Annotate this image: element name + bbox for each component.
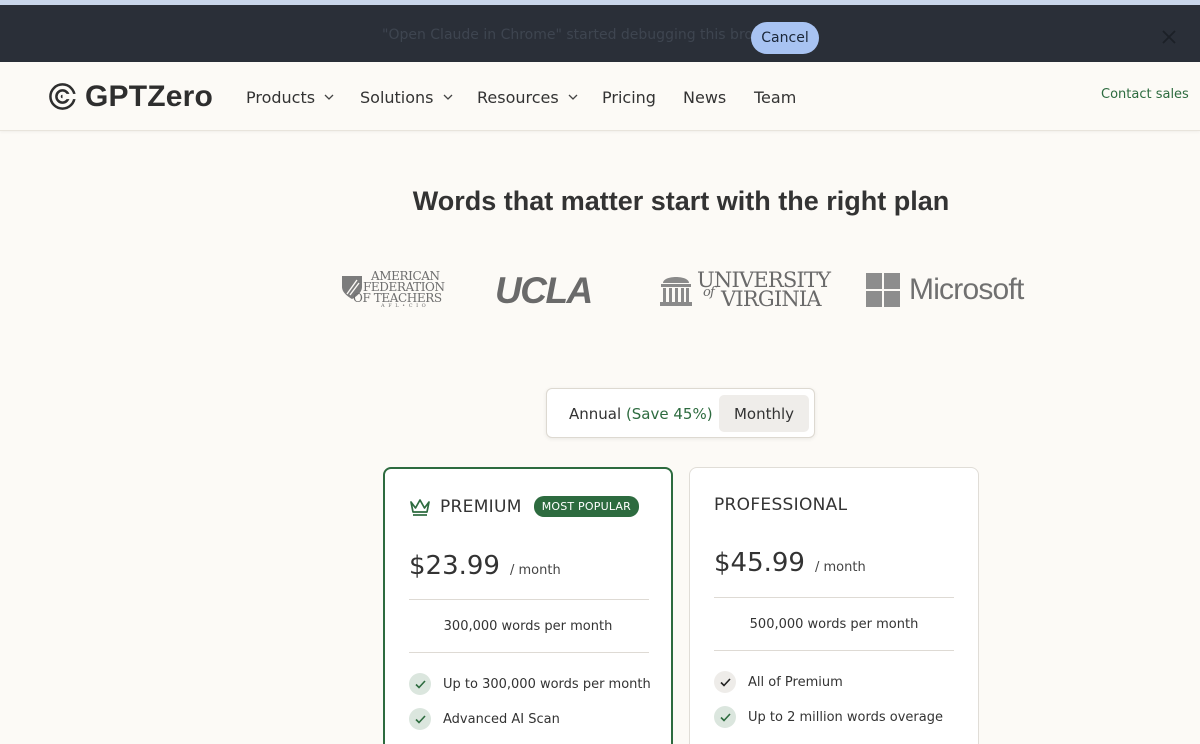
nav-solutions-label: Solutions	[360, 87, 434, 107]
professional-plan-card: PROFESSIONAL $45.99 / month 500,000 word…	[689, 467, 979, 744]
chevron-down-icon	[324, 94, 334, 100]
billing-period-toggle: Annual (Save 45%) Monthly	[546, 388, 815, 438]
words-per-month: 500,000 words per month	[749, 617, 919, 632]
divider	[409, 652, 649, 653]
check-icon	[714, 706, 736, 728]
price-period: / month	[814, 560, 866, 575]
nav-solutions[interactable]: Solutions	[360, 87, 453, 107]
feature-item: Advanced AI Scan	[409, 708, 560, 730]
feature-item: Up to 2 million words overage	[714, 706, 943, 728]
feature-text: Up to 300,000 words per month	[443, 676, 651, 692]
annual-savings: (Save 45%)	[625, 405, 713, 423]
close-icon[interactable]	[1160, 28, 1178, 46]
page-headline: Words that matter start with the right p…	[412, 186, 950, 216]
plan-header: PROFESSIONAL	[714, 495, 847, 515]
gptzero-logo-icon	[49, 83, 77, 110]
price-period: / month	[509, 563, 561, 578]
microsoft-text: Microsoft	[909, 273, 1024, 306]
annual-label: Annual	[569, 405, 622, 423]
price-row: $23.99 / month	[409, 551, 561, 581]
check-icon	[714, 671, 736, 693]
logo-text: GPTZero	[85, 79, 214, 113]
chevron-down-icon	[443, 94, 452, 100]
microsoft-grid-icon	[866, 273, 900, 307]
feature-text: All of Premium	[748, 674, 843, 690]
cancel-debugging-button[interactable]: Cancel	[751, 22, 819, 54]
uva-logo: UNIVERSITY of VIRGINIA	[659, 268, 831, 312]
plan-name: PROFESSIONAL	[714, 495, 848, 515]
microsoft-logo: Microsoft	[866, 272, 1024, 308]
plan-price: $45.99	[714, 548, 805, 578]
monthly-option[interactable]: Monthly	[719, 395, 809, 432]
gptzero-logo[interactable]: GPTZero	[48, 80, 213, 113]
feature-item: All of Premium	[714, 671, 843, 693]
feature-text: Up to 2 million words overage	[748, 709, 943, 725]
nav-news[interactable]: News	[683, 87, 726, 107]
ucla-logo: UCLA	[495, 270, 593, 311]
feature-text: Advanced AI Scan	[443, 711, 560, 727]
nav-products-label: Products	[246, 87, 316, 107]
check-icon	[409, 673, 431, 695]
uva-text-of: of	[703, 285, 715, 300]
divider	[714, 597, 954, 598]
premium-plan-card: PREMIUM MOST POPULAR $23.99 / month 300,…	[383, 467, 673, 744]
plan-name: PREMIUM	[440, 496, 522, 517]
nav-pricing[interactable]: Pricing	[602, 87, 656, 107]
top-navigation: GPTZero Products Solutions Resources Pri…	[0, 62, 1200, 131]
debugging-banner: "Open Claude in Chrome" started debuggin…	[0, 0, 1200, 62]
nav-products[interactable]: Products	[246, 87, 334, 107]
feature-item: Up to 300,000 words per month	[409, 673, 651, 695]
aft-text-line: A F L • C I O	[381, 303, 427, 309]
debugging-message: "Open Claude in Chrome" started debuggin…	[382, 27, 787, 43]
divider	[409, 599, 649, 600]
crown-icon	[410, 498, 430, 516]
most-popular-badge: MOST POPULAR	[533, 496, 639, 517]
plan-header: PREMIUM MOST POPULAR	[409, 496, 639, 517]
nav-resources[interactable]: Resources	[477, 87, 578, 107]
check-icon	[409, 708, 431, 730]
price-row: $45.99 / month	[714, 548, 866, 578]
annual-option[interactable]: Annual (Save 45%)	[569, 405, 713, 423]
uva-text-virginia: VIRGINIA	[721, 287, 822, 311]
divider	[714, 650, 954, 651]
nav-team[interactable]: Team	[754, 87, 796, 107]
plan-price: $23.99	[409, 551, 500, 581]
aft-logo: AMERICAN FEDERATION OF TEACHERS A F L • …	[341, 270, 445, 311]
contact-sales-link[interactable]: Contact sales	[1101, 87, 1189, 102]
words-per-month: 300,000 words per month	[443, 619, 613, 634]
nav-resources-label: Resources	[477, 87, 559, 107]
chevron-down-icon	[568, 94, 578, 100]
rotunda-icon	[660, 277, 692, 306]
